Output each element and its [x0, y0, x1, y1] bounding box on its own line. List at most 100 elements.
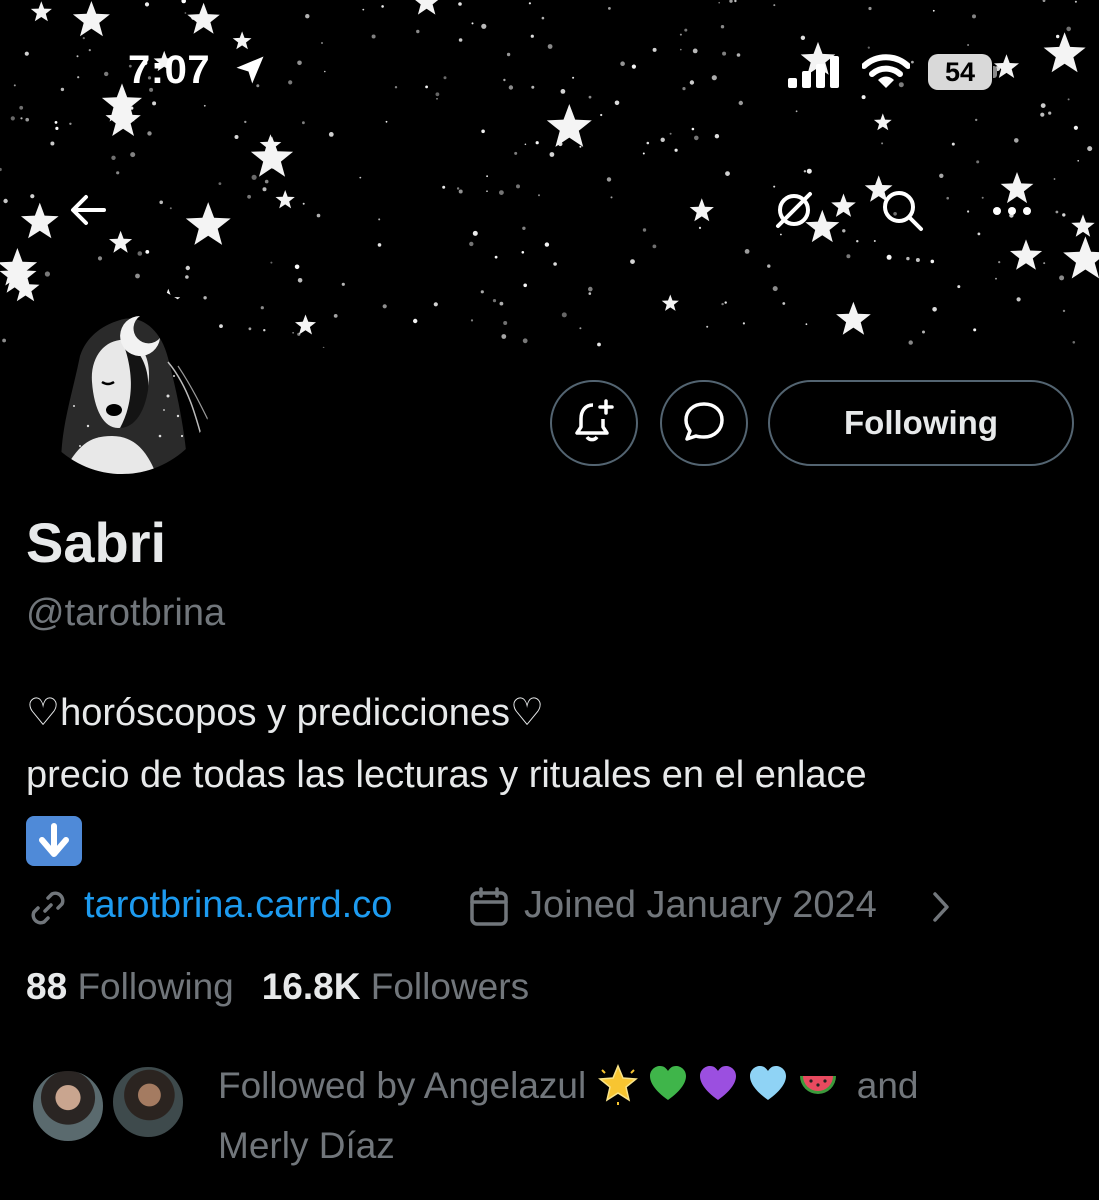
star-shape: [1071, 214, 1095, 237]
star-dot: [50, 141, 55, 146]
star-dot: [159, 200, 163, 205]
profile-meta: tarotbrina.carrd.co Joined January 2024: [26, 880, 1086, 934]
chevron-right-icon[interactable]: [930, 890, 952, 929]
star-dot: [1062, 213, 1066, 217]
profile-link[interactable]: tarotbrina.carrd.co: [84, 884, 392, 927]
down-arrow-emoji-icon: [26, 816, 82, 866]
star-dot: [881, 142, 884, 145]
followed-by-text: Followed by Angelazul and Merly Díaz: [218, 1056, 1078, 1176]
star-dot: [915, 258, 920, 262]
star-dot: [248, 327, 252, 331]
star-dot: [305, 14, 310, 19]
grok-button[interactable]: [762, 180, 826, 244]
more-icon: [992, 203, 1032, 221]
star-dot: [262, 187, 267, 192]
more-options-button[interactable]: [980, 180, 1044, 244]
profile-avatar[interactable]: [24, 282, 220, 478]
star-dot: [995, 277, 997, 280]
display-name: Sabri: [26, 511, 167, 574]
star-dot: [264, 179, 269, 184]
star-dot: [135, 273, 140, 279]
star-dot: [270, 261, 273, 264]
star-dot: [377, 243, 382, 247]
star-dot: [528, 2, 532, 5]
star-dot: [413, 318, 418, 324]
star-dot: [382, 304, 387, 309]
star-dot: [54, 121, 58, 124]
following-stat[interactable]: 88 Following: [26, 966, 234, 1007]
notifications-button[interactable]: [550, 380, 638, 466]
star-dot: [499, 301, 504, 306]
back-button[interactable]: [56, 180, 120, 244]
star-dot: [660, 137, 665, 142]
star-dot: [684, 28, 688, 32]
star-dot: [524, 143, 527, 146]
star-dot: [244, 120, 247, 124]
star-dot: [630, 259, 635, 264]
star-dot: [721, 302, 724, 306]
followed-by[interactable]: Followed by Angelazul and Merly Díaz: [26, 1056, 1086, 1166]
star-dot: [1077, 160, 1079, 162]
star-dot: [714, 134, 720, 139]
star-dot: [544, 242, 550, 247]
star-dot: [471, 22, 474, 25]
star-dot: [3, 198, 8, 204]
star-dot: [610, 196, 613, 199]
following-label: Following: [77, 966, 234, 1007]
star-dot: [669, 132, 672, 135]
joined-date[interactable]: Joined January 2024: [524, 884, 877, 927]
star-dot: [297, 278, 303, 283]
star-dot: [341, 282, 345, 286]
star-dot: [642, 152, 645, 155]
star-dot: [486, 175, 488, 178]
green-heart-emoji-icon: [650, 1066, 687, 1100]
star-dot: [1014, 138, 1019, 143]
star-dot: [674, 148, 678, 152]
star-shape: [836, 301, 871, 335]
battery-indicator: 54: [928, 54, 997, 90]
star-dot: [846, 254, 851, 259]
star-dot: [44, 271, 51, 277]
star-dot: [600, 113, 603, 117]
star-dot: [706, 325, 709, 328]
star-shape: [689, 198, 714, 222]
followers-stat[interactable]: 16.8K Followers: [262, 966, 529, 1007]
grok-icon: [772, 188, 816, 237]
star-dot: [381, 5, 384, 8]
star-dot: [932, 307, 937, 312]
star-dot: [886, 254, 892, 260]
follower-name: Angelazul: [423, 1065, 587, 1106]
star-dot: [975, 118, 978, 122]
star-dot: [385, 120, 388, 123]
star-dot: [579, 145, 582, 148]
star-dot: [698, 226, 702, 229]
link-icon: [28, 888, 68, 933]
star-shape: [873, 113, 892, 131]
bio-line-3: [26, 806, 1076, 875]
star-dot: [203, 296, 207, 300]
star-shape: [275, 190, 295, 209]
search-button[interactable]: [870, 180, 934, 244]
star-dot: [744, 249, 750, 254]
star-dot: [1042, 0, 1046, 2]
star-dot: [782, 302, 786, 305]
message-bubble-icon: [682, 400, 726, 447]
star-dot: [998, 261, 1001, 264]
following-button[interactable]: Following: [768, 380, 1074, 466]
search-icon: [879, 187, 925, 238]
star-dot: [930, 259, 935, 264]
star-dot: [742, 322, 746, 325]
star-dot: [111, 155, 116, 160]
star-dot: [579, 327, 582, 330]
star-dot: [416, 29, 420, 34]
star-dot: [1056, 34, 1060, 39]
star-dot: [694, 135, 699, 141]
follower-avatar: [30, 1068, 106, 1144]
star-dot: [359, 176, 362, 179]
star-shape: [831, 193, 856, 217]
star-dot: [456, 187, 460, 190]
star-dot: [0, 167, 2, 172]
star-dot: [951, 142, 955, 146]
message-button[interactable]: [660, 380, 748, 466]
wifi-icon: [861, 54, 911, 95]
